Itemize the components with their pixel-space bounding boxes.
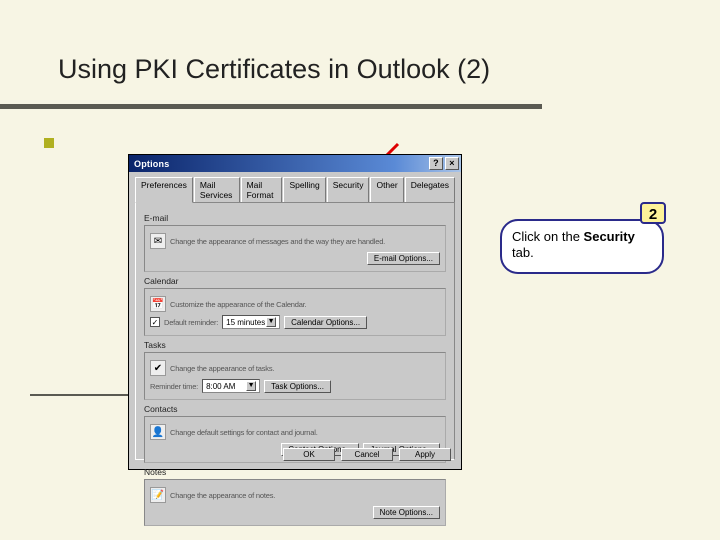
notes-text: Change the appearance of notes. [170, 491, 275, 500]
cancel-button[interactable]: Cancel [341, 448, 393, 461]
tab-row: Preferences Mail Services Mail Format Sp… [129, 172, 461, 202]
slide-title: Using PKI Certificates in Outlook (2) [58, 54, 490, 85]
tab-security[interactable]: Security [327, 177, 370, 203]
reminder-time-label: Reminder time: [150, 382, 198, 391]
divider-thick [0, 104, 542, 109]
chevron-down-icon: ▼ [246, 381, 256, 391]
tab-spelling[interactable]: Spelling [283, 177, 325, 203]
tab-mail-services[interactable]: Mail Services [194, 177, 240, 203]
callout-bold: Security [584, 229, 635, 244]
group-label-tasks: Tasks [144, 340, 446, 350]
ok-button[interactable]: OK [283, 448, 335, 461]
email-text: Change the appearance of messages and th… [170, 237, 385, 246]
calendar-options-button[interactable]: Calendar Options... [284, 316, 367, 329]
group-label-contacts: Contacts [144, 404, 446, 414]
tasks-icon: ✔ [150, 360, 166, 376]
dialog-buttons: OK Cancel Apply [283, 448, 451, 461]
dialog-titlebar[interactable]: Options ? × [129, 155, 461, 172]
callout-text-1: Click on the [512, 229, 584, 244]
envelope-icon: ✉ [150, 233, 166, 249]
close-button[interactable]: × [445, 157, 459, 170]
tab-other[interactable]: Other [370, 177, 403, 203]
options-dialog: Options ? × Preferences Mail Services Ma… [128, 154, 462, 470]
tab-mail-format[interactable]: Mail Format [241, 177, 283, 203]
reminder-time-value: 8:00 AM [206, 382, 235, 391]
help-button[interactable]: ? [429, 157, 443, 170]
contacts-icon: 👤 [150, 424, 166, 440]
reminder-value: 15 minutes [226, 318, 265, 327]
calendar-icon: 📅 [150, 296, 166, 312]
group-notes: 📝 Change the appearance of notes. Note O… [144, 479, 446, 526]
tab-content: E-mail ✉ Change the appearance of messag… [135, 202, 455, 460]
tasks-text: Change the appearance of tasks. [170, 364, 274, 373]
group-email: ✉ Change the appearance of messages and … [144, 225, 446, 272]
bullet [44, 138, 54, 148]
group-label-calendar: Calendar [144, 276, 446, 286]
step-callout: 2 Click on the Security tab. [500, 219, 664, 274]
step-number-badge: 2 [640, 202, 666, 224]
reminder-time-dropdown[interactable]: 8:00 AM ▼ [202, 379, 260, 393]
reminder-dropdown[interactable]: 15 minutes ▼ [222, 315, 280, 329]
reminder-label: Default reminder: [164, 318, 218, 327]
callout-text-2: tab. [512, 245, 534, 260]
calendar-text: Customize the appearance of the Calendar… [170, 300, 306, 309]
group-tasks: ✔ Change the appearance of tasks. Remind… [144, 352, 446, 400]
tab-delegates[interactable]: Delegates [405, 177, 455, 203]
notes-icon: 📝 [150, 487, 166, 503]
group-calendar: 📅 Customize the appearance of the Calend… [144, 288, 446, 336]
contacts-text: Change default settings for contact and … [170, 428, 318, 437]
divider-thin [30, 394, 128, 396]
email-options-button[interactable]: E-mail Options... [367, 252, 440, 265]
dialog-title: Options [134, 159, 169, 169]
group-label-notes: Notes [144, 467, 446, 477]
chevron-down-icon: ▼ [266, 317, 276, 327]
apply-button[interactable]: Apply [399, 448, 451, 461]
note-options-button[interactable]: Note Options... [373, 506, 440, 519]
reminder-checkbox[interactable]: ✓ [150, 317, 160, 327]
tab-preferences[interactable]: Preferences [135, 177, 193, 203]
group-label-email: E-mail [144, 213, 446, 223]
task-options-button[interactable]: Task Options... [264, 380, 331, 393]
